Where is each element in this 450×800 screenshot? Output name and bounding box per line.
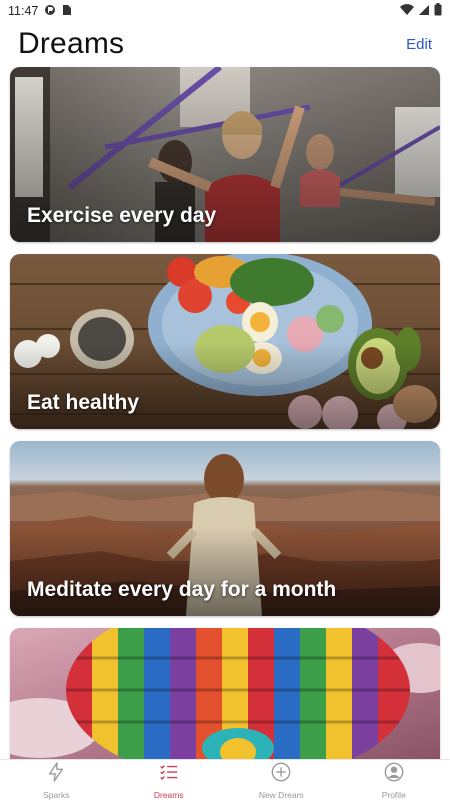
sim-card-icon — [62, 4, 72, 19]
nav-item-dreams[interactable]: Dreams — [113, 760, 226, 800]
dream-card-exercise[interactable]: Exercise every day — [10, 67, 440, 242]
nav-label: Profile — [381, 789, 406, 800]
dreams-list: Exercise every day Eat healthy Meditate … — [10, 67, 440, 772]
list-icon — [158, 761, 180, 788]
nav-item-new-dream[interactable]: New Dream — [225, 760, 338, 800]
notification-icon — [44, 4, 56, 19]
edit-button[interactable]: Edit — [406, 36, 432, 53]
lightning-icon — [45, 761, 67, 788]
dream-card-meditate[interactable]: Meditate every day for a month — [10, 441, 440, 616]
nav-item-sparks[interactable]: Sparks — [0, 760, 113, 800]
nav-label: New Dream — [258, 789, 304, 800]
signal-icon — [418, 4, 430, 19]
dream-card-balloon[interactable] — [10, 628, 440, 760]
wifi-icon — [400, 3, 414, 19]
dream-card-caption: Eat healthy — [27, 391, 140, 414]
bottom-navigation: Sparks Dreams New Dream Profile — [0, 759, 450, 800]
dream-card-caption: Meditate every day for a month — [27, 578, 337, 601]
status-bar: 11:47 — [0, 0, 450, 22]
nav-item-profile[interactable]: Profile — [338, 760, 450, 800]
hot-air-balloon-photo — [10, 628, 440, 760]
nav-label: Sparks — [43, 789, 70, 800]
page-title: Dreams — [18, 27, 125, 60]
profile-icon — [383, 761, 405, 788]
dream-card-caption: Exercise every day — [27, 204, 217, 227]
plus-circle-icon — [270, 761, 292, 788]
dream-card-eat-healthy[interactable]: Eat healthy — [10, 254, 440, 429]
battery-icon — [434, 3, 442, 19]
status-time: 11:47 — [8, 4, 39, 18]
app-header: Dreams Edit — [0, 22, 450, 66]
nav-label: Dreams — [153, 789, 184, 800]
